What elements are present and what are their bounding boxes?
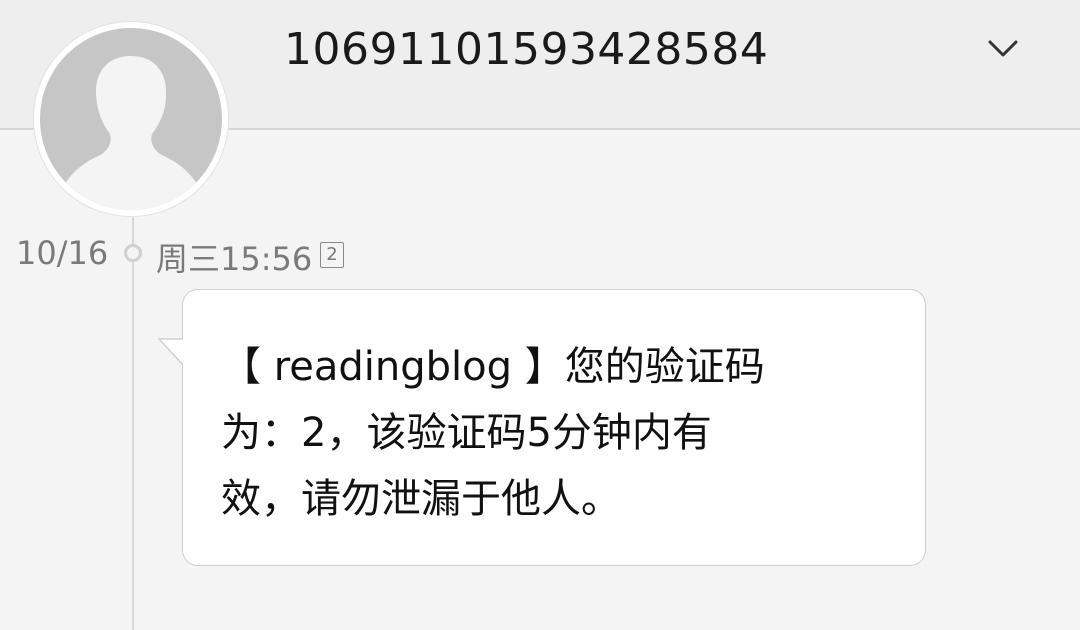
message-text: 【 readingblog 】您的验证码 为：2，该验证码5分钟内有 效，请勿泄漏于… (221, 334, 821, 532)
sim-card-badge: 2 (320, 242, 344, 268)
contact-avatar[interactable] (34, 22, 228, 216)
person-silhouette-icon (40, 28, 222, 210)
timeline-dot (124, 244, 142, 262)
message-line: 【 readingblog 】您的验证码 (221, 344, 765, 390)
message-bubble[interactable]: 【 readingblog 】您的验证码 为：2，该验证码5分钟内有 效，请勿泄漏于… (182, 289, 926, 566)
sender-number: 10691101593428584 (284, 24, 769, 75)
chevron-down-icon[interactable] (986, 32, 1020, 66)
message-line: 效，请勿泄漏于他人。 (221, 476, 621, 522)
message-time: 周三15:56 (156, 240, 313, 278)
message-date: 10/16 (16, 234, 109, 272)
message-line: 为：2，该验证码5分钟内有 (221, 410, 712, 456)
bubble-tail (158, 338, 186, 368)
